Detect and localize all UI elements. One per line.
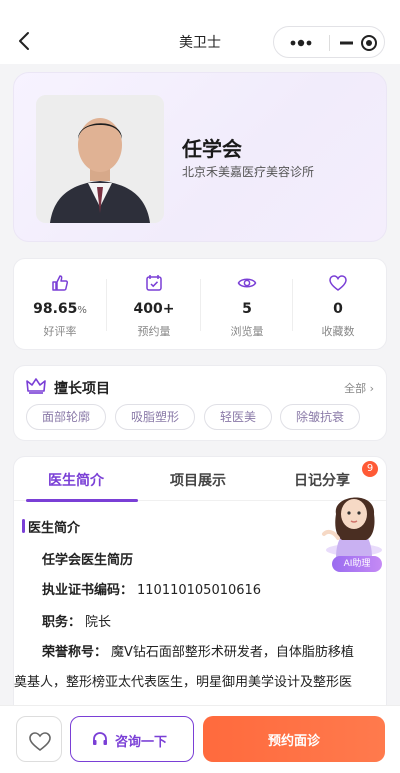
stat-label: 预约量	[137, 325, 171, 338]
capsule-divider	[329, 35, 330, 51]
specialty-tag[interactable]: 面部轮廓	[26, 404, 106, 430]
doctor-clinic: 北京禾美嘉医疗美容诊所	[182, 165, 315, 179]
heart-outline-icon	[29, 732, 51, 752]
active-tab-indicator	[26, 499, 138, 502]
specialties-section: 擅长项目 全部 › 面部轮廓 吸脂塑形 轻医美 除皱抗衰	[13, 365, 387, 441]
mini-program-capsule	[273, 26, 385, 58]
honor-row: 荣誉称号： 魔V钻石面部整形术研发者，自体脂肪移植	[42, 645, 354, 660]
stat-appointments: 400+ 预约量	[108, 259, 200, 351]
stat-rating: 98.65% 好评率	[14, 259, 106, 351]
top-nav-bar: 美卫士	[0, 0, 400, 64]
specialty-tag[interactable]: 除皱抗衰	[280, 404, 360, 430]
stat-label: 好评率	[43, 325, 77, 338]
stat-label: 收藏数	[321, 325, 355, 338]
heart-icon	[329, 275, 347, 291]
stat-value: 0	[333, 301, 343, 317]
stat-favorites: 0 收藏数	[292, 259, 384, 351]
stat-value: 5	[242, 301, 252, 317]
book-label: 预约面诊	[267, 734, 320, 749]
tab-project-showcase[interactable]: 项目展示	[170, 470, 226, 490]
favorite-button[interactable]	[16, 716, 62, 762]
intro-section-title: 医生简介	[28, 521, 81, 536]
divider	[106, 279, 107, 331]
eye-icon	[237, 278, 257, 288]
stat-value: 98.65%	[33, 301, 87, 317]
doctor-photo	[36, 95, 164, 223]
license-row: 执业证书编码： 110110105010616	[42, 583, 262, 598]
specialty-tag[interactable]: 吸脂塑形	[115, 404, 195, 430]
diary-count-badge: 9	[362, 461, 378, 477]
position-row: 职务： 院长	[42, 615, 112, 630]
specialties-title: 擅长项目	[54, 381, 110, 397]
stat-value: 400+	[133, 301, 175, 317]
consult-label: 咨询一下	[115, 735, 168, 750]
doctor-card: 任学会 北京禾美嘉医疗美容诊所	[13, 72, 387, 242]
resume-heading: 任学会医生简历	[42, 553, 134, 568]
ai-assistant-label: AI助理	[332, 556, 382, 572]
more-options-icon[interactable]	[284, 35, 320, 51]
crown-icon	[26, 378, 46, 394]
specialty-tag[interactable]: 轻医美	[204, 404, 272, 430]
doctor-stats: 98.65% 好评率 400+ 预约量 5 浏览量 0 收藏数	[13, 258, 387, 350]
calendar-check-icon	[146, 275, 162, 291]
stat-label: 浏览量	[230, 325, 264, 338]
section-marker	[22, 519, 25, 533]
stat-views: 5 浏览量	[201, 259, 293, 351]
ai-assistant-widget[interactable]: AI助理	[314, 480, 390, 572]
bottom-action-bar: 咨询一下 预约面诊	[0, 705, 400, 773]
consult-button[interactable]: 咨询一下	[70, 716, 194, 762]
honor-row-continued: 奠基人，整形榜亚太代表医生，明星御用美学设计及整形医	[14, 675, 353, 690]
book-consultation-button[interactable]: 预约面诊	[203, 716, 385, 762]
view-all-link[interactable]: 全部 ›	[344, 380, 374, 396]
close-miniprogram-icon[interactable]	[340, 34, 378, 52]
thumbs-up-icon	[52, 275, 69, 291]
doctor-name: 任学会	[182, 137, 242, 161]
tab-doctor-intro[interactable]: 医生简介	[48, 470, 104, 490]
headset-icon	[93, 732, 107, 745]
ai-assistant-avatar-icon	[322, 497, 382, 558]
